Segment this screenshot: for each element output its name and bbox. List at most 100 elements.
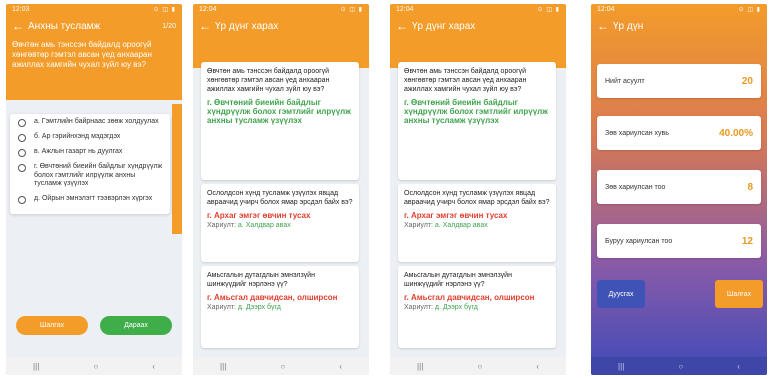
header: 12:04 ⊙ ◫ ▮ ← Үр дүнг харах — [193, 4, 369, 68]
radio-icon[interactable] — [18, 195, 26, 204]
answer-value: д. Дээрх бүгд — [434, 304, 478, 311]
result-label: Зөв хариулсан хувь — [605, 129, 669, 137]
option-e[interactable]: д. Ойрын эмнэлэгт тээвэрлэн хүргэх — [16, 195, 164, 204]
radio-icon[interactable] — [18, 134, 26, 142]
recent-apps-icon[interactable]: ||| — [618, 362, 624, 371]
system-nav-bar: ||| ○ ‹ — [390, 357, 566, 375]
recent-apps-icon[interactable]: ||| — [417, 362, 423, 371]
page-title: Үр дүнг харах — [215, 20, 279, 32]
review-card: Ослолдсон хүнд тусламж үзүүлэх явцад авр… — [201, 184, 359, 262]
quiz-screen: 12:03 ⊙ ◫ ▮ ← Анхны тусламж 1/20 Өвчтөн … — [6, 4, 182, 375]
back-arrow-icon[interactable]: ← — [199, 19, 215, 33]
review-card: Ослолдсон хүнд тусламж үзүүлэх явцад авр… — [398, 184, 556, 262]
correct-answer: Хариулт: а. Халдвар авах — [207, 222, 353, 229]
page-title: Үр дүн — [613, 20, 644, 32]
result-screen: 12:04 ⊙ ◫ ▮ ← Үр дүн Нийт асуулт 20 Зөв … — [591, 4, 767, 375]
result-value: 40.00% — [719, 127, 753, 139]
option-c[interactable]: в. Ажлын газарт нь дуулгах — [16, 148, 164, 157]
system-nav-bar: ||| ○ ‹ — [6, 357, 182, 375]
status-time: 12:04 — [597, 5, 615, 13]
user-answer-wrong: г. Амьсгал давчидсан, олширсон — [207, 293, 338, 302]
result-value: 8 — [747, 181, 753, 193]
status-bar: 12:04 ⊙ ◫ ▮ — [193, 4, 369, 14]
review-screen: 12:04 ⊙ ◫ ▮ ← Үр дүнг харах Өвчтөн амь т… — [193, 4, 369, 375]
back-arrow-icon[interactable]: ← — [12, 19, 28, 33]
review-question: Амьсгалын дутагдлын эмнэлзүйн шинжүүдийг… — [207, 272, 315, 288]
action-buttons: Шалгах Дараах — [6, 316, 182, 335]
radio-icon[interactable] — [18, 119, 26, 127]
status-icons: ⊙ ◫ ▮ — [340, 6, 363, 13]
question-counter: 1/20 — [162, 22, 176, 30]
status-bar: 12:04 ⊙ ◫ ▮ — [390, 4, 566, 14]
status-icons: ⊙ ◫ ▮ — [153, 6, 176, 13]
option-label: д. Ойрын эмнэлэгт тээвэрлэн хүргэх — [34, 194, 153, 202]
nav-back-icon[interactable]: ‹ — [152, 362, 155, 371]
status-icons: ⊙ ◫ ▮ — [537, 6, 560, 13]
check-button[interactable]: Шалгах — [715, 280, 763, 308]
result-value: 12 — [741, 235, 753, 247]
recent-apps-icon[interactable]: ||| — [220, 362, 226, 371]
decor-stripe — [172, 104, 182, 234]
question-text: Өвчтөн амь тэнссэн байдалд ороогүй хөнгө… — [6, 38, 182, 100]
option-label: а. Гэмтлийн байрнаас зөөж холдуулах — [34, 118, 159, 125]
review-question: Амьсгалын дутагдлын эмнэлзүйн шинжүүдийг… — [404, 272, 512, 288]
home-icon[interactable]: ○ — [678, 362, 683, 371]
status-icons: ⊙ ◫ ▮ — [738, 6, 761, 13]
option-label: в. Ажлын газарт нь дуулгах — [34, 148, 123, 155]
option-label: б. Ар гэрийнхэнд мэдэгдэх — [34, 133, 121, 140]
system-nav-bar: ||| ○ ‹ — [591, 357, 767, 375]
next-button[interactable]: Дараах — [100, 316, 172, 335]
user-answer-correct: г. Өвчтөний биеийн байдлыг хүндрүүлж бол… — [404, 98, 548, 125]
correct-answer: Хариулт: д. Дээрх бүгд — [404, 304, 550, 311]
answer-label: Хариулт: — [404, 304, 433, 311]
result-label: Зөв хариулсан тоо — [605, 183, 666, 191]
answer-value: а. Халдвар авах — [237, 222, 291, 229]
review-card: Өвчтөн амь тэнссэн байдалд ороогүй хөнгө… — [201, 62, 359, 180]
back-arrow-icon[interactable]: ← — [396, 19, 412, 33]
answer-value: а. Халдвар авах — [434, 222, 488, 229]
review-question: Өвчтөн амь тэнссэн байдалд ороогүй хөнгө… — [207, 68, 330, 93]
review-question: Өвчтөн амь тэнссэн байдалд ороогүй хөнгө… — [404, 68, 527, 93]
review-question: Ослолдсон хүнд тусламж үзүүлэх явцад авр… — [404, 190, 550, 206]
app-bar: ← Үр дүнг харах — [390, 14, 566, 38]
option-d[interactable]: г. Өвчтөний биеийн байдлыг хүндрүүлж бол… — [16, 163, 164, 189]
result-label: Буруу хариулсан тоо — [605, 237, 673, 245]
result-value: 20 — [741, 75, 753, 87]
home-icon[interactable]: ○ — [280, 362, 285, 371]
home-icon[interactable]: ○ — [477, 362, 482, 371]
radio-icon[interactable] — [18, 149, 26, 157]
option-label: г. Өвчтөний биеийн байдлыг хүндрүүлж бол… — [34, 163, 163, 188]
nav-back-icon[interactable]: ‹ — [737, 362, 740, 371]
option-a[interactable]: а. Гэмтлийн байрнаас зөөж холдуулах — [16, 118, 164, 127]
check-button[interactable]: Шалгах — [16, 316, 88, 335]
result-row-correct: Зөв хариулсан тоо 8 — [597, 170, 761, 204]
answer-value: д. Дээрх бүгд — [237, 304, 281, 311]
nav-back-icon[interactable]: ‹ — [339, 362, 342, 371]
options-card: а. Гэмтлийн байрнаас зөөж холдуулах б. А… — [10, 114, 170, 214]
review-question: Ослолдсон хүнд тусламж үзүүлэх явцад авр… — [207, 190, 353, 206]
header: 12:03 ⊙ ◫ ▮ ← Анхны тусламж 1/20 — [6, 4, 182, 38]
answer-label: Хариулт: — [207, 222, 236, 229]
result-row-total: Нийт асуулт 20 — [597, 64, 761, 98]
header: 12:04 ⊙ ◫ ▮ ← Үр дүнг харах — [390, 4, 566, 68]
home-icon[interactable]: ○ — [93, 362, 98, 371]
nav-back-icon[interactable]: ‹ — [536, 362, 539, 371]
back-arrow-icon[interactable]: ← — [597, 19, 613, 33]
review-card: Амьсгалын дутагдлын эмнэлзүйн шинжүүдийг… — [201, 266, 359, 348]
answer-label: Хариулт: — [404, 222, 433, 229]
radio-icon[interactable] — [18, 164, 26, 172]
user-answer-wrong: г. Амьсгал давчидсан, олширсон — [404, 293, 535, 302]
status-bar: 12:04 ⊙ ◫ ▮ — [591, 4, 767, 14]
app-bar: ← Үр дүнг харах — [193, 14, 369, 38]
recent-apps-icon[interactable]: ||| — [33, 362, 39, 371]
result-row-wrong: Буруу хариулсан тоо 12 — [597, 224, 761, 258]
page-title: Анхны тусламж — [28, 20, 101, 32]
status-time: 12:04 — [199, 5, 217, 13]
page-title: Үр дүнг харах — [412, 20, 476, 32]
option-b[interactable]: б. Ар гэрийнхэнд мэдэгдэх — [16, 133, 164, 142]
app-bar: ← Үр дүн — [591, 14, 767, 38]
user-answer-wrong: г. Архаг эмгэг өвчин тусах — [404, 211, 508, 220]
finish-button[interactable]: Дуусгах — [597, 280, 645, 308]
status-bar: 12:03 ⊙ ◫ ▮ — [6, 4, 182, 14]
status-time: 12:03 — [12, 5, 30, 13]
